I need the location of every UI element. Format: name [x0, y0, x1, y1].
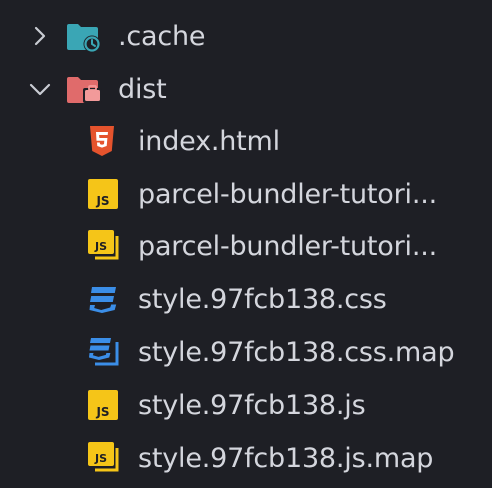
folder-dist-icon	[67, 77, 102, 103]
chevron-down-icon[interactable]	[28, 77, 52, 101]
tree-item-file[interactable]: style.97fcb138.css.map	[0, 327, 492, 377]
js-map-icon: JS	[88, 442, 119, 472]
svg-text:JS: JS	[95, 194, 109, 208]
file-label: style.97fcb138.js.map	[138, 442, 434, 474]
folder-cache-icon	[67, 24, 101, 53]
file-label: parcel-bundler-tutori...	[138, 230, 437, 262]
svg-text:JS: JS	[94, 452, 107, 465]
folder-label-cache: .cache	[118, 20, 206, 52]
tree-item-file[interactable]: style.97fcb138.css	[0, 274, 492, 324]
file-label: style.97fcb138.css.map	[138, 336, 455, 368]
tree-item-file[interactable]: JS parcel-bundler-tutori...	[0, 221, 492, 271]
tree-item-file[interactable]: JS style.97fcb138.js	[0, 380, 492, 430]
tree-item-file[interactable]: JS style.97fcb138.js.map	[0, 433, 492, 483]
folder-label-dist: dist	[118, 73, 167, 105]
svg-text:JS: JS	[94, 240, 107, 253]
tree-item-file[interactable]: JS parcel-bundler-tutori...	[0, 169, 492, 219]
js-icon: JS	[88, 179, 118, 209]
js-icon: JS	[88, 390, 118, 420]
chevron-right-icon[interactable]	[28, 24, 52, 48]
tree-item-file[interactable]: index.html	[0, 116, 492, 166]
file-label: parcel-bundler-tutori...	[138, 178, 437, 210]
html5-icon	[90, 126, 114, 156]
css3-map-icon	[89, 338, 119, 366]
css3-icon	[89, 287, 117, 313]
file-explorer-tree: .cache dist index.html JS parcel-bundler…	[0, 0, 492, 488]
tree-item-dist-folder[interactable]: dist	[0, 64, 492, 114]
file-label: style.97fcb138.css	[138, 283, 387, 315]
tree-item-cache-folder[interactable]: .cache	[0, 11, 492, 61]
file-label: index.html	[138, 125, 280, 157]
svg-text:JS: JS	[95, 405, 109, 419]
js-map-icon: JS	[88, 230, 119, 260]
file-label: style.97fcb138.js	[138, 389, 366, 421]
